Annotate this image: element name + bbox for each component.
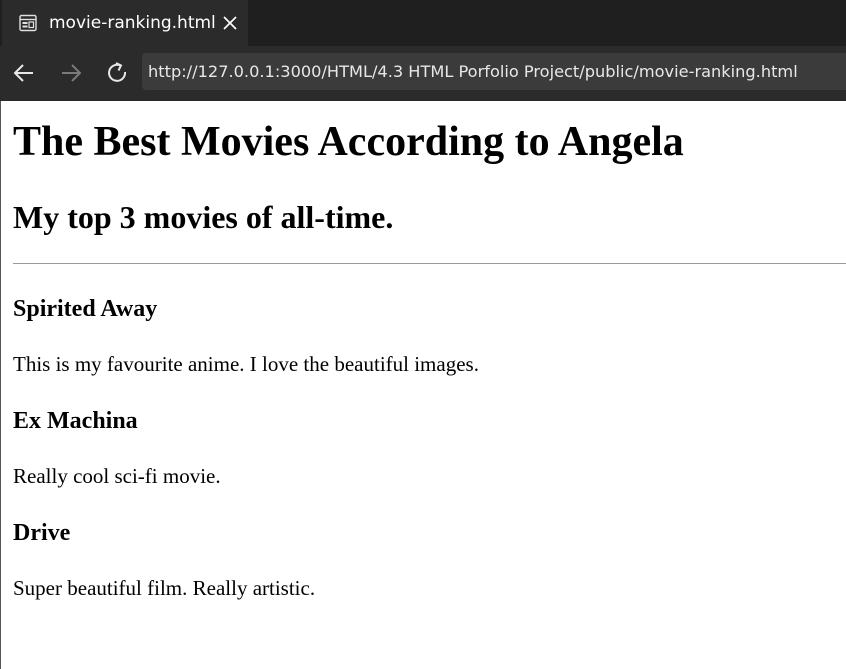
- tab-title: movie-ranking.html: [49, 13, 216, 33]
- close-icon[interactable]: [221, 14, 239, 32]
- page-title: The Best Movies According to Angela: [13, 119, 684, 165]
- movie-description: Super beautiful film. Really artistic.: [13, 576, 316, 600]
- page-subtitle: My top 3 movies of all-time.: [13, 199, 394, 235]
- navigation-toolbar: http://127.0.0.1:3000/HTML/4.3 HTML Porf…: [0, 46, 846, 101]
- back-arrow-icon[interactable]: [11, 60, 37, 86]
- browser-window: movie-ranking.html http://127.0.0.1:3000…: [0, 0, 846, 669]
- url-text[interactable]: http://127.0.0.1:3000/HTML/4.3 HTML Porf…: [148, 61, 798, 83]
- forward-arrow-icon[interactable]: [58, 60, 84, 86]
- movie-title: Ex Machina: [13, 408, 138, 434]
- tab-bar: movie-ranking.html: [0, 0, 846, 46]
- reload-icon[interactable]: [105, 60, 131, 86]
- divider: [13, 263, 846, 264]
- movie-title: Drive: [13, 520, 71, 546]
- movie-description: This is my favourite anime. I love the b…: [13, 352, 479, 376]
- movie-title: Spirited Away: [13, 296, 158, 322]
- address-bar[interactable]: http://127.0.0.1:3000/HTML/4.3 HTML Porf…: [142, 53, 846, 90]
- movie-description: Really cool sci-fi movie.: [13, 464, 221, 488]
- page-content: The Best Movies According to Angela My t…: [0, 101, 846, 669]
- tab-active[interactable]: movie-ranking.html: [2, 0, 248, 46]
- page-icon: [18, 13, 38, 33]
